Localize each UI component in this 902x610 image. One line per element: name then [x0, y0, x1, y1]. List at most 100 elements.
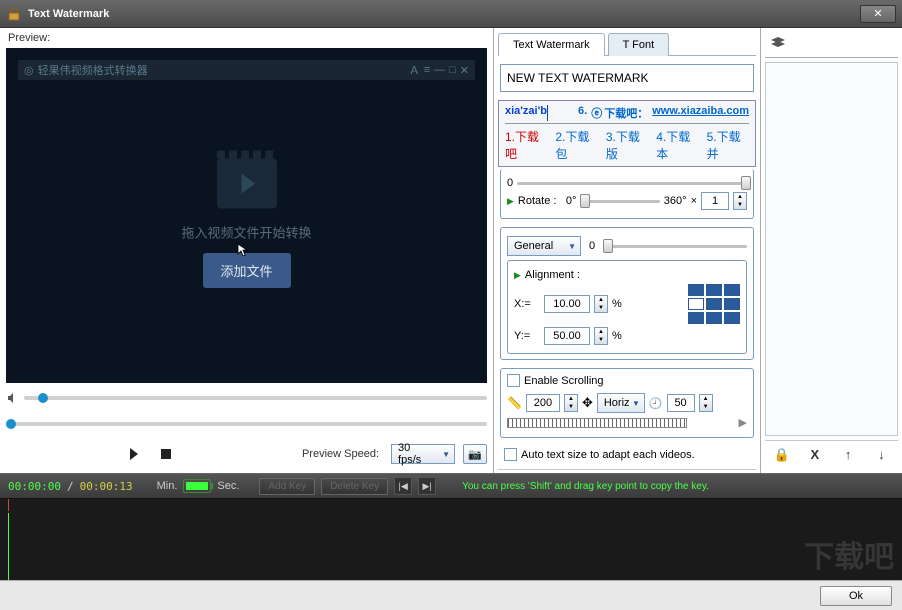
- y-label: Y:=: [514, 330, 540, 342]
- direction-icon: ✥: [582, 395, 593, 411]
- timeline-hint: You can press 'Shift' and drag key point…: [462, 481, 709, 492]
- timeline: 00:00:00 / 00:00:13 Min. Sec. Add Key De…: [0, 473, 902, 580]
- layers-head: [765, 32, 898, 58]
- x-icon: ✕: [460, 64, 469, 77]
- opacity-min: 0: [507, 177, 513, 189]
- move-down-button[interactable]: ↓: [871, 447, 891, 463]
- timeline-bar: 00:00:00 / 00:00:13 Min. Sec. Add Key De…: [0, 473, 902, 499]
- rotate-count-input[interactable]: [701, 192, 729, 210]
- ime-cand-3[interactable]: 3.下载版: [606, 128, 648, 162]
- fps-select[interactable]: 30 fps/s: [391, 444, 455, 464]
- lock-layer-button[interactable]: 🔒: [772, 447, 792, 463]
- drop-text: 拖入视频文件开始转换: [181, 222, 311, 241]
- rotate-max: 360°: [664, 195, 687, 207]
- menu-icon: ≡: [424, 64, 430, 76]
- layers-tools: 🔒 X ↑ ↓: [765, 440, 898, 469]
- ruler-icon: 📏: [507, 396, 522, 410]
- rotate-min: 0°: [566, 195, 577, 207]
- preview-label: Preview:: [0, 28, 493, 48]
- position-slider[interactable]: [603, 245, 747, 248]
- user-icon: Ａ: [409, 62, 420, 78]
- transport-bar: Preview Speed: 30 fps/s 📷: [6, 439, 487, 469]
- y-spinner[interactable]: ▲▼: [594, 327, 608, 345]
- x-input[interactable]: [544, 295, 590, 313]
- move-up-button[interactable]: ↑: [838, 447, 858, 463]
- watermark-name-field[interactable]: [500, 64, 754, 92]
- delete-key-button[interactable]: Delete Key: [321, 478, 388, 495]
- x-spinner[interactable]: ▲▼: [594, 295, 608, 313]
- next-key-button[interactable]: ▶|: [418, 477, 436, 495]
- timeline-track[interactable]: [0, 499, 902, 580]
- ime-cand-1[interactable]: 1.下载吧: [505, 128, 547, 162]
- ime-brand: 下载吧：: [604, 105, 648, 121]
- preview-area[interactable]: ◎ 轻果伟视频格式转换器 Ａ ≡ — □ ✕ 拖入视频文件开始转换 添加文件: [6, 48, 487, 383]
- drop-zone: 拖入视频文件开始转换: [181, 158, 311, 241]
- ok-button[interactable]: Ok: [820, 586, 892, 606]
- window-title: Text Watermark: [28, 8, 860, 20]
- seek-row: [6, 413, 487, 435]
- volume-slider[interactable]: [24, 396, 487, 400]
- play-arrow-icon: ▶: [514, 270, 521, 281]
- seek-slider[interactable]: [6, 422, 487, 426]
- rotate-label: Rotate :: [518, 195, 562, 207]
- scroll-speed-input[interactable]: [667, 394, 695, 412]
- time-sep: /: [67, 480, 74, 493]
- ruler-strip: [507, 418, 687, 428]
- add-file-button[interactable]: 添加文件: [202, 253, 290, 288]
- position-mode-select[interactable]: General: [507, 236, 581, 256]
- time-current: 00:00:00: [8, 480, 61, 493]
- preview-panel: Preview: ◎ 轻果伟视频格式转换器 Ａ ≡ — □ ✕ 拖入视频文件开始…: [0, 28, 494, 473]
- min-icon: —: [434, 64, 445, 76]
- layers-list[interactable]: [765, 62, 898, 436]
- auto-size-checkbox[interactable]: Auto text size to adapt each videos.: [498, 444, 756, 465]
- ime-candidates: 1.下载吧 2.下载包 3.下载版 4.下载本 5.下载并: [505, 128, 749, 162]
- ime-index: 6.: [578, 105, 587, 121]
- layers-icon: [769, 36, 787, 50]
- scroll-speed-spinner[interactable]: ▲▼: [699, 394, 713, 412]
- add-key-button[interactable]: Add Key: [259, 478, 315, 495]
- rotate-spinner[interactable]: ▲▼: [733, 192, 747, 210]
- ime-cand-5[interactable]: 5.下载并: [707, 128, 749, 162]
- embedded-app-title: 轻果伟视频格式转换器: [38, 62, 405, 78]
- alignment-grid[interactable]: [688, 284, 740, 324]
- ime-composition: xia'zai'b: [505, 105, 547, 121]
- scroll-width-spinner[interactable]: ▲▼: [564, 394, 578, 412]
- close-button[interactable]: ✕: [860, 5, 896, 23]
- clapper-icon: [216, 158, 276, 208]
- play-button[interactable]: [122, 444, 146, 464]
- volume-row: [6, 387, 487, 409]
- layers-panel: 🔒 X ↑ ↓: [760, 28, 902, 473]
- position-val: 0: [585, 240, 599, 252]
- titlebar: Text Watermark ✕: [0, 0, 902, 28]
- controls-panel: Text Watermark T Font xia'zai'b 6. ⓔ 下载吧…: [494, 28, 760, 473]
- stop-button[interactable]: [154, 444, 178, 464]
- scroll-width-input[interactable]: [526, 394, 560, 412]
- tab-text-watermark[interactable]: Text Watermark: [498, 33, 605, 56]
- sec-label: Sec.: [217, 480, 239, 492]
- battery-icon: [183, 479, 211, 493]
- tab-strip: Text Watermark T Font: [498, 32, 756, 56]
- time-duration: 00:00:13: [80, 480, 133, 493]
- enable-scrolling-checkbox[interactable]: Enable Scrolling: [507, 374, 747, 387]
- direction-select[interactable]: Horiz: [597, 393, 645, 413]
- y-pct: %: [612, 330, 622, 342]
- x-pct: %: [612, 298, 622, 310]
- rotate-slider[interactable]: [580, 200, 659, 203]
- snapshot-button[interactable]: 📷: [463, 444, 487, 464]
- delete-layer-button[interactable]: X: [805, 447, 825, 463]
- max-icon: □: [449, 64, 456, 76]
- ime-cand-4[interactable]: 4.下载本: [656, 128, 698, 162]
- ime-cand-2[interactable]: 2.下载包: [555, 128, 597, 162]
- ime-panel: xia'zai'b 6. ⓔ 下载吧： www.xiazaiba.com 1.下…: [498, 100, 756, 167]
- tab-font[interactable]: T Font: [608, 33, 670, 56]
- opacity-slider[interactable]: [517, 182, 747, 185]
- fps-label: Preview Speed:: [302, 448, 379, 460]
- y-input[interactable]: [544, 327, 590, 345]
- ime-url[interactable]: www.xiazaiba.com: [652, 105, 749, 121]
- x-label: X:=: [514, 298, 540, 310]
- lock-icon: [6, 6, 22, 22]
- auto-size-label: Auto text size to adapt each videos.: [521, 449, 695, 461]
- embedded-app-header: ◎ 轻果伟视频格式转换器 Ａ ≡ — □ ✕: [18, 60, 475, 80]
- min-label: Min.: [157, 480, 178, 492]
- prev-key-button[interactable]: |◀: [394, 477, 412, 495]
